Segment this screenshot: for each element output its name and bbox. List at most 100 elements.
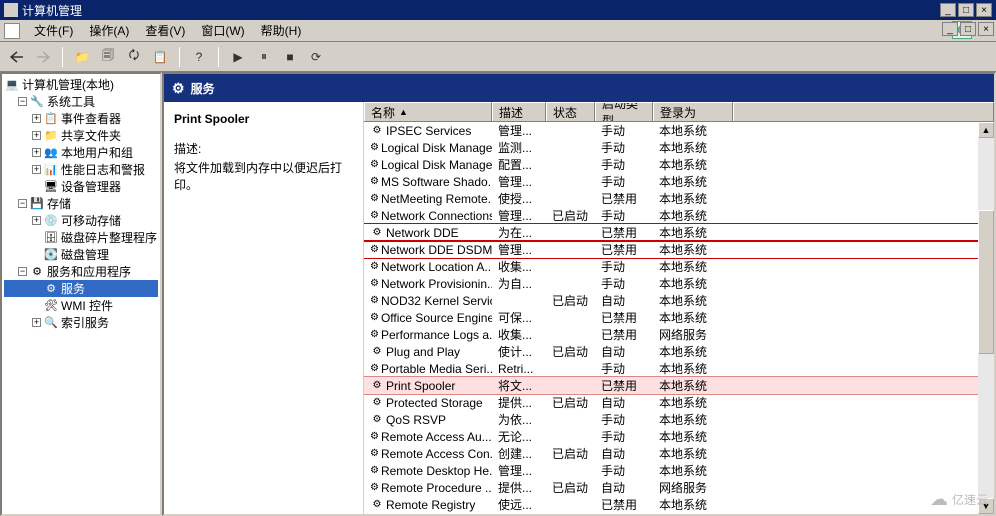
service-row[interactable]: ⚙Remote Desktop He...管理...手动本地系统	[364, 462, 978, 479]
expand-icon[interactable]: +	[32, 131, 41, 140]
service-icon: ⚙	[370, 413, 384, 427]
service-row[interactable]: ⚙Network DDE DSDM管理...已禁用本地系统	[364, 241, 978, 258]
service-row[interactable]: ⚙IPSEC Services管理...手动本地系统	[364, 122, 978, 139]
perf-icon: 📊	[43, 162, 59, 178]
tree-root[interactable]: 💻计算机管理(本地)	[4, 76, 158, 93]
service-logon-cell: 网络服务	[653, 326, 733, 343]
play-button[interactable]: ▶	[227, 46, 249, 68]
forward-button[interactable]	[32, 46, 54, 68]
col-desc[interactable]: 描述	[492, 102, 546, 121]
service-startup-cell: 自动	[595, 445, 653, 462]
scroll-up-button[interactable]: ▲	[978, 122, 994, 138]
restart-button[interactable]: ⟳	[305, 46, 327, 68]
service-name-cell: NetMeeting Remote...	[381, 192, 492, 206]
col-logon[interactable]: 登录为	[653, 102, 733, 121]
menu-action[interactable]: 操作(A)	[81, 20, 137, 41]
help-button[interactable]: ?	[188, 46, 210, 68]
menu-view[interactable]: 查看(V)	[137, 20, 193, 41]
up-level-button[interactable]: 📁	[71, 46, 93, 68]
service-status-cell: 已启动	[546, 445, 595, 462]
service-row[interactable]: ⚙Plug and Play使计...已启动自动本地系统	[364, 343, 978, 360]
expand-icon[interactable]: +	[32, 318, 41, 327]
tree-shared-folders[interactable]: +📁共享文件夹	[4, 127, 158, 144]
expand-icon[interactable]: +	[32, 148, 41, 157]
expand-icon[interactable]: +	[32, 216, 41, 225]
tree-root-label: 计算机管理(本地)	[22, 76, 114, 93]
pause-button[interactable]: ⏸	[253, 46, 275, 68]
expand-icon[interactable]: +	[32, 114, 41, 123]
service-name-cell: Network Location A...	[381, 260, 492, 274]
scroll-track[interactable]	[978, 138, 994, 498]
service-row[interactable]: ⚙NOD32 Kernel Service已启动自动本地系统	[364, 292, 978, 309]
tree-svc-apps[interactable]: −⚙服务和应用程序	[4, 263, 158, 280]
tree-removable[interactable]: +💿可移动存储	[4, 212, 158, 229]
tree-indexing[interactable]: +🔍索引服务	[4, 314, 158, 331]
doc-close-button[interactable]: ×	[978, 22, 994, 36]
close-button[interactable]: ×	[976, 3, 992, 17]
scroll-thumb[interactable]	[978, 210, 994, 354]
vertical-scrollbar[interactable]: ▲ ▼	[978, 122, 994, 514]
service-row[interactable]: ⚙Print Spooler将文...已禁用本地系统	[364, 377, 978, 394]
expand-icon[interactable]: +	[32, 165, 41, 174]
service-row[interactable]: ⚙Protected Storage提供...已启动自动本地系统	[364, 394, 978, 411]
col-status[interactable]: 状态	[546, 102, 595, 121]
service-row[interactable]: ⚙Performance Logs a...收集...已禁用网络服务	[364, 326, 978, 343]
desc-text: 将文件加载到内存中以便迟后打印。	[174, 159, 353, 193]
sort-asc-icon: ▲	[399, 107, 408, 117]
stop-button[interactable]: ■	[279, 46, 301, 68]
properties-button[interactable]: 🗐	[97, 46, 119, 68]
service-row[interactable]: ⚙Remote Access Au...无论...手动本地系统	[364, 428, 978, 445]
tree-services[interactable]: ⚙服务	[4, 280, 158, 297]
service-row[interactable]: ⚙Office Source Engine可保...已禁用本地系统	[364, 309, 978, 326]
service-desc-cell: 为自...	[492, 275, 546, 292]
service-startup-cell: 手动	[595, 275, 653, 292]
col-name[interactable]: 名称▲	[364, 102, 492, 121]
title-bar: 计算机管理 _ □ ×	[0, 0, 996, 20]
minimize-button[interactable]: _	[940, 3, 956, 17]
tree-device-mgr[interactable]: 🖥设备管理器	[4, 178, 158, 195]
service-row[interactable]: ⚙Network Connections管理...已启动手动本地系统	[364, 207, 978, 224]
back-button[interactable]	[6, 46, 28, 68]
maximize-button[interactable]: □	[958, 3, 974, 17]
tree-storage[interactable]: −💾存储	[4, 195, 158, 212]
service-row[interactable]: ⚙NetMeeting Remote...使授...已禁用本地系统	[364, 190, 978, 207]
service-row[interactable]: ⚙Portable Media Seri...Retri...手动本地系统	[364, 360, 978, 377]
service-row[interactable]: ⚙QoS RSVP为依...手动本地系统	[364, 411, 978, 428]
service-name-cell: Remote Desktop He...	[381, 464, 492, 478]
tree-event-viewer[interactable]: +📋事件查看器	[4, 110, 158, 127]
service-row[interactable]: ⚙Remote Registry使远...已禁用本地系统	[364, 496, 978, 513]
svcapp-icon: ⚙	[29, 264, 45, 280]
service-row[interactable]: ⚙Remote Access Con...创建...已启动自动本地系统	[364, 445, 978, 462]
refresh-button[interactable]: 🗘	[123, 46, 145, 68]
service-startup-cell: 手动	[595, 428, 653, 445]
tree-defrag[interactable]: 🗄磁盘碎片整理程序	[4, 229, 158, 246]
service-icon: ⚙	[370, 243, 379, 257]
service-row[interactable]: ⚙Network Location A...收集...手动本地系统	[364, 258, 978, 275]
service-row[interactable]: ⚙Logical Disk Manager监测...手动本地系统	[364, 139, 978, 156]
tree-system-tools[interactable]: −🔧系统工具	[4, 93, 158, 110]
menu-window[interactable]: 窗口(W)	[193, 20, 252, 41]
collapse-icon[interactable]: −	[18, 267, 27, 276]
service-row[interactable]: ⚙Network Provisionin...为自...手动本地系统	[364, 275, 978, 292]
service-rows[interactable]: ⚙IPSEC Services管理...手动本地系统⚙Logical Disk …	[364, 122, 978, 514]
export-button[interactable]: 📋	[149, 46, 171, 68]
service-row[interactable]: ⚙Remote Procedure ...提供...已启动自动网络服务	[364, 479, 978, 496]
collapse-icon[interactable]: −	[18, 199, 27, 208]
tree-perf-logs[interactable]: +📊性能日志和警报	[4, 161, 158, 178]
doc-minimize-button[interactable]: _	[942, 22, 958, 36]
tree-local-users[interactable]: +👥本地用户和组	[4, 144, 158, 161]
tree-view[interactable]: 💻计算机管理(本地) −🔧系统工具 +📋事件查看器 +📁共享文件夹 +👥本地用户…	[0, 72, 162, 516]
service-logon-cell: 本地系统	[653, 445, 733, 462]
service-row[interactable]: ⚙Network DDE为在...已禁用本地系统	[364, 224, 978, 241]
service-row[interactable]: ⚙MS Software Shado...管理...手动本地系统	[364, 173, 978, 190]
tree-wmi[interactable]: 🛠WMI 控件	[4, 297, 158, 314]
doc-restore-button[interactable]: □	[960, 22, 976, 36]
col-startup[interactable]: 启动类型	[595, 102, 653, 121]
menu-file[interactable]: 文件(F)	[26, 20, 81, 41]
menu-help[interactable]: 帮助(H)	[253, 20, 310, 41]
content-header: ⚙ 服务	[164, 74, 994, 102]
tree-disk-mgmt[interactable]: 💽磁盘管理	[4, 246, 158, 263]
service-row[interactable]: ⚙Logical Disk Manage...配置...手动本地系统	[364, 156, 978, 173]
collapse-icon[interactable]: −	[18, 97, 27, 106]
scroll-down-button[interactable]: ▼	[978, 498, 994, 514]
